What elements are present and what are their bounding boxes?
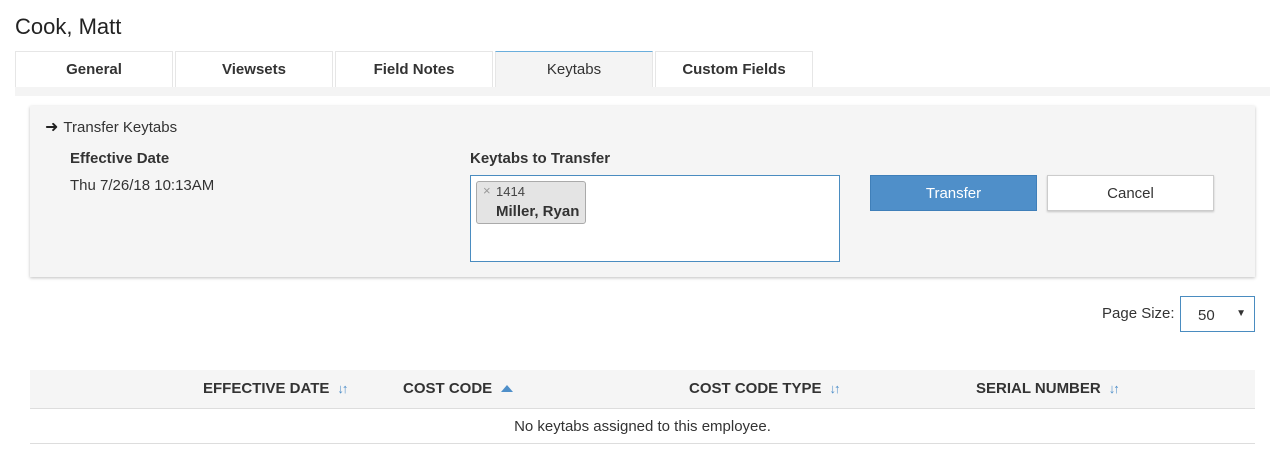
tab-custom-fields[interactable]: Custom Fields bbox=[655, 51, 813, 87]
sort-icon: ↓↑ bbox=[1108, 381, 1120, 396]
panel-heading-label: Transfer Keytabs bbox=[63, 118, 178, 136]
table-header-row: EFFECTIVE DATE ↓↑ COST CODE COST CODE TY… bbox=[30, 370, 1255, 409]
transfer-button[interactable]: Transfer bbox=[870, 175, 1037, 211]
keytab-tag-name: Miller, Ryan bbox=[496, 203, 580, 220]
column-header-label: COST CODE bbox=[403, 380, 493, 397]
panel-heading: ➜ Transfer Keytabs bbox=[45, 117, 177, 137]
sort-icon: ↓↑ bbox=[829, 381, 841, 396]
column-header-cost-code-type[interactable]: COST CODE TYPE ↓↑ bbox=[689, 380, 841, 397]
column-header-effective-date[interactable]: EFFECTIVE DATE ↓↑ bbox=[203, 380, 348, 397]
tab-keytabs[interactable]: Keytabs bbox=[495, 51, 653, 87]
keytab-tag: × 1414 Miller, Ryan bbox=[476, 181, 586, 224]
table-empty-message: No keytabs assigned to this employee. bbox=[30, 409, 1255, 444]
page-size-label: Page Size: bbox=[1102, 305, 1175, 322]
page-size-select[interactable]: 50 ▼ bbox=[1180, 296, 1255, 332]
column-header-label: SERIAL NUMBER bbox=[976, 380, 1101, 397]
keytab-tag-code: 1414 bbox=[496, 184, 525, 199]
sort-ascending-icon bbox=[501, 385, 514, 392]
sort-icon: ↓↑ bbox=[337, 381, 348, 396]
column-header-cost-code[interactable]: COST CODE bbox=[403, 380, 514, 397]
transfer-keytabs-panel: ➜ Transfer Keytabs Effective Date Thu 7/… bbox=[30, 106, 1255, 277]
keytabs-to-transfer-label: Keytabs to Transfer bbox=[470, 150, 611, 167]
page-size-value: 50 bbox=[1198, 307, 1215, 324]
effective-date-value[interactable]: Thu 7/26/18 10:13AM bbox=[70, 177, 214, 194]
tab-viewsets[interactable]: Viewsets bbox=[175, 51, 333, 87]
tab-general[interactable]: General bbox=[15, 51, 173, 87]
remove-tag-icon[interactable]: × bbox=[483, 183, 491, 198]
tab-content-strip bbox=[15, 87, 1270, 96]
caret-down-icon: ▼ bbox=[1236, 308, 1246, 319]
tab-field-notes[interactable]: Field Notes bbox=[335, 51, 493, 87]
tab-bar: General Viewsets Field Notes Keytabs Cus… bbox=[15, 51, 815, 87]
column-header-label: EFFECTIVE DATE bbox=[203, 380, 330, 397]
column-header-label: COST CODE TYPE bbox=[689, 380, 822, 397]
effective-date-label: Effective Date bbox=[70, 150, 170, 167]
page-title: Cook, Matt bbox=[15, 14, 122, 39]
column-header-serial-number[interactable]: SERIAL NUMBER ↓↑ bbox=[976, 380, 1120, 397]
keytabs-multiselect-input[interactable]: × 1414 Miller, Ryan bbox=[470, 175, 840, 262]
cancel-button[interactable]: Cancel bbox=[1047, 175, 1214, 211]
arrow-right-icon: ➜ bbox=[45, 119, 59, 136]
